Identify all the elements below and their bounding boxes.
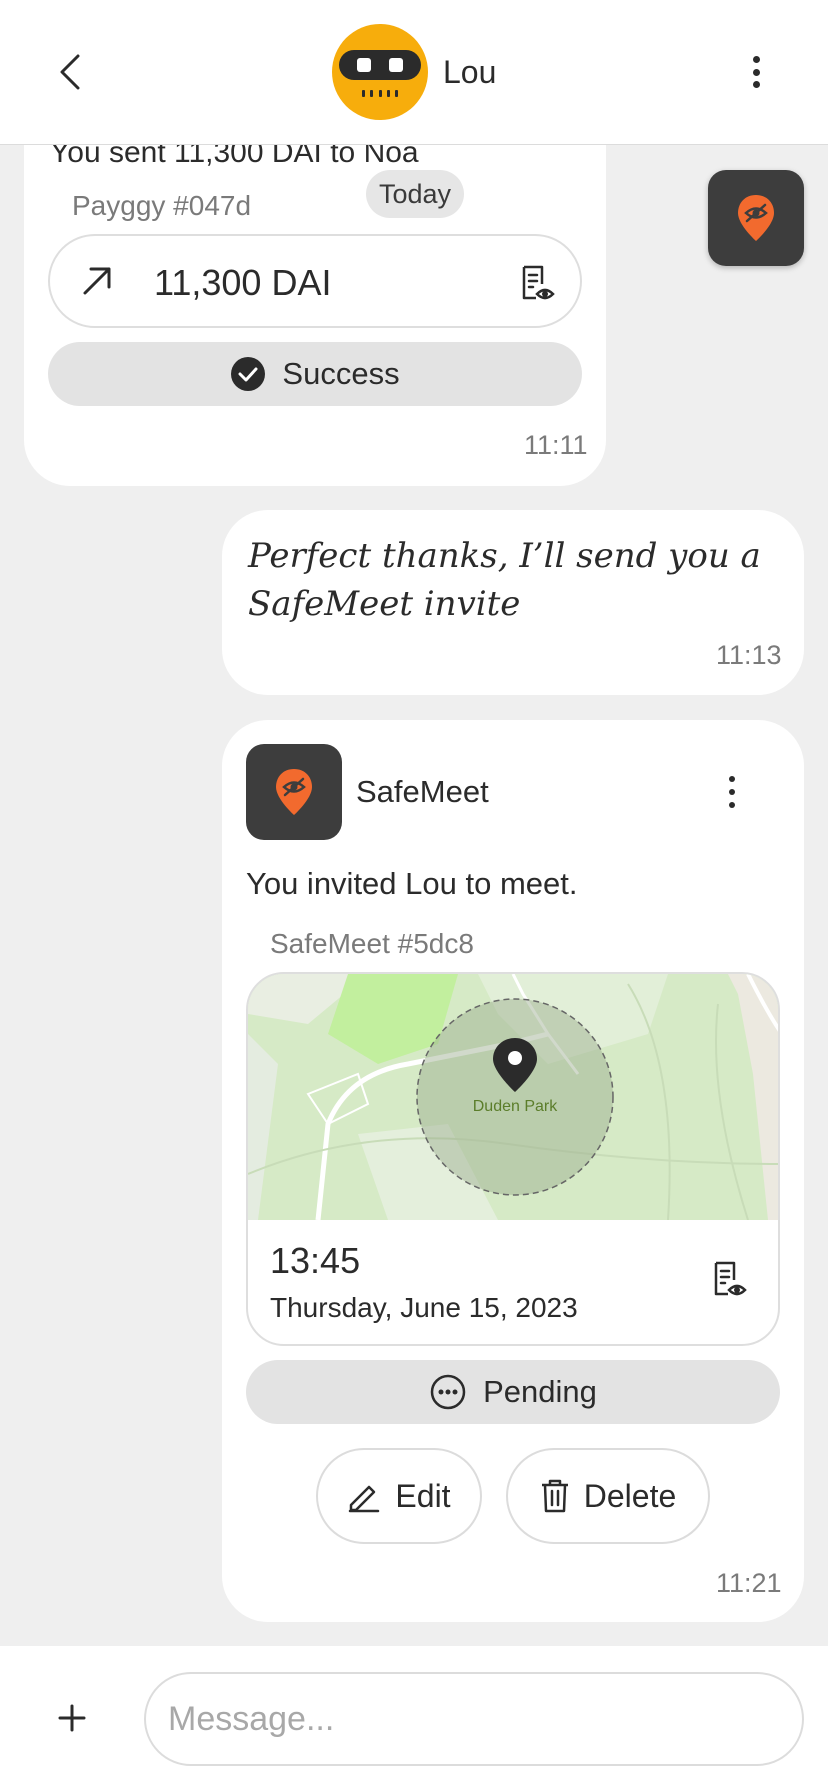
delete-button-label: Delete xyxy=(583,1477,677,1514)
message-text: Perfect thanks, I’ll send you a SafeMeet… xyxy=(248,536,761,624)
edit-button-label: Edit xyxy=(395,1477,451,1514)
sent-message-bubble: Perfect thanks, I’ll send you a SafeMeet… xyxy=(222,510,804,695)
pencil-icon xyxy=(349,1485,380,1513)
message-time: 11:21 xyxy=(716,1568,782,1598)
meet-status-label: Pending xyxy=(483,1374,597,1409)
safemeet-reference: SafeMeet #5dc8 xyxy=(270,928,474,959)
avatar-visor xyxy=(339,50,421,80)
date-chip: Today xyxy=(366,170,464,218)
message-time: 11:11 xyxy=(524,430,588,460)
map-preview[interactable]: Duden Park xyxy=(248,974,778,1221)
check-circle-icon xyxy=(231,357,266,391)
safemeet-floating-button[interactable] xyxy=(708,170,804,266)
receipt-view-icon[interactable] xyxy=(710,1260,748,1298)
edit-button[interactable]: Edit xyxy=(316,1448,482,1544)
map-place-label: Duden Park xyxy=(472,1098,558,1115)
meet-status-badge: Pending xyxy=(246,1360,780,1424)
payment-amount-pill[interactable]: 11,300 DAI xyxy=(48,234,582,328)
payment-status-label: Success xyxy=(282,356,400,391)
payment-status-badge: Success xyxy=(48,342,582,406)
avatar-eye xyxy=(389,58,403,72)
chevron-left-icon xyxy=(60,54,80,90)
meet-date: Thursday, June 15, 2023 xyxy=(270,1292,578,1323)
safemeet-message-bubble: SafeMeet You invited Lou to meet. SafeMe… xyxy=(222,720,804,1622)
contact-name[interactable]: Lou xyxy=(443,54,496,91)
chat-header: Lou xyxy=(0,0,828,145)
hidden-location-pin-icon xyxy=(276,769,312,815)
trash-icon xyxy=(541,1479,568,1513)
hidden-location-pin-icon xyxy=(738,195,774,241)
plus-icon xyxy=(58,1704,86,1732)
safemeet-menu-button[interactable] xyxy=(722,772,742,812)
delete-button[interactable]: Delete xyxy=(506,1448,710,1544)
map-drawing xyxy=(248,974,778,1221)
arrow-up-right-icon xyxy=(83,267,111,295)
payment-amount: 11,300 DAI xyxy=(154,262,332,303)
receipt-view-icon[interactable] xyxy=(518,264,556,302)
more-circle-icon xyxy=(430,1374,466,1410)
message-time: 11:13 xyxy=(716,640,782,670)
payment-message-bubble: You sent 11,300 DAI to Noa Payggy #047d … xyxy=(24,100,606,486)
back-button[interactable] xyxy=(50,48,90,96)
invite-text: You invited Lou to meet. xyxy=(246,866,578,901)
meeting-card[interactable]: Duden Park 13:45 Thursday, June 15, 2023 xyxy=(246,972,780,1346)
chat-menu-button[interactable] xyxy=(742,50,770,94)
attach-button[interactable] xyxy=(52,1698,92,1738)
safemeet-app-name: SafeMeet xyxy=(356,774,489,809)
safemeet-app-icon xyxy=(246,744,342,840)
avatar[interactable] xyxy=(332,24,428,120)
message-input[interactable] xyxy=(144,1672,804,1766)
avatar-mouth xyxy=(362,90,398,98)
avatar-eye xyxy=(357,58,371,72)
meet-time: 13:45 xyxy=(270,1240,361,1281)
message-composer xyxy=(0,1646,828,1792)
payment-reference: Payggy #047d xyxy=(72,190,252,221)
